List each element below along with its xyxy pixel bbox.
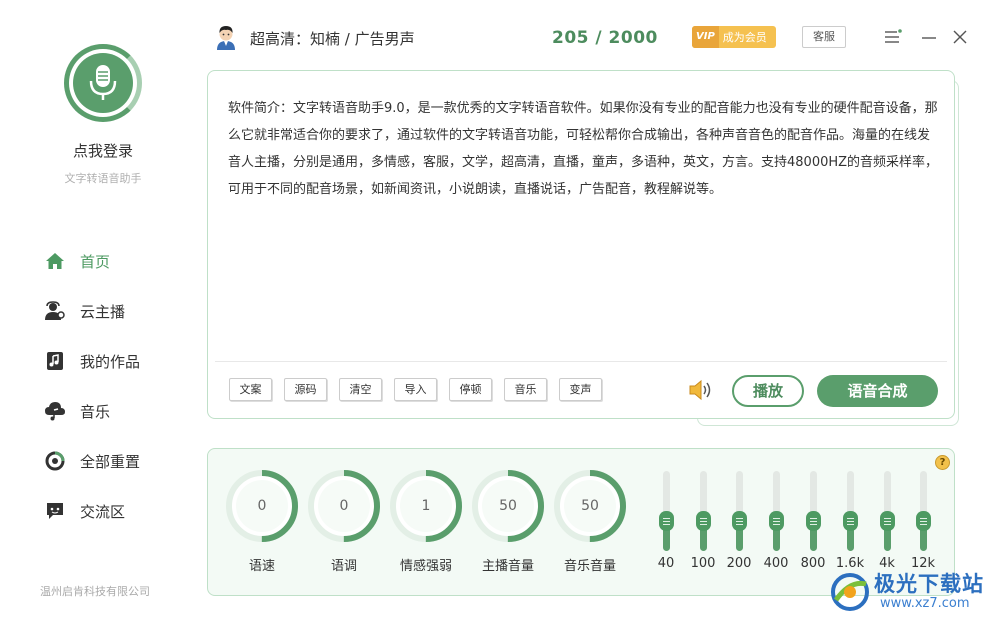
eq-slider[interactable]: [766, 471, 786, 553]
chat-icon: [44, 500, 66, 522]
clear-button[interactable]: 清空: [339, 378, 382, 401]
dial-knob[interactable]: 0: [307, 469, 381, 543]
text-editor[interactable]: 软件简介：文字转语音助手9.0，是一款优秀的文字转语音软件。如果你没有专业的配音…: [228, 95, 940, 203]
eq-knob[interactable]: [659, 511, 674, 531]
sidebar: 点我登录 文字转语音助手 首页 云主播 我的作品 音乐 全部重置 交流区 温州启…: [0, 0, 200, 620]
nav-item-home[interactable]: 首页: [44, 236, 140, 286]
dial-value: 50: [581, 498, 599, 514]
watermark-logo-icon: [828, 570, 872, 614]
import-button[interactable]: 导入: [394, 378, 437, 401]
dial-knob[interactable]: 0: [225, 469, 299, 543]
voice-title[interactable]: 超高清：知楠 / 广告男声: [250, 28, 415, 49]
eq-slider[interactable]: [693, 471, 713, 553]
watermark-title: 极光下载站: [874, 572, 984, 596]
source-button[interactable]: 源码: [284, 378, 327, 401]
nav-item-reset[interactable]: 全部重置: [44, 436, 140, 486]
eq-knob[interactable]: [916, 511, 931, 531]
dial-value: 0: [339, 498, 349, 514]
customer-service-button[interactable]: 客服: [802, 26, 846, 48]
music-button[interactable]: 音乐: [504, 378, 547, 401]
eq-label: 100: [690, 556, 716, 571]
eq-slider[interactable]: [840, 471, 860, 553]
eq-label: 40: [657, 556, 675, 571]
header: 超高清：知楠 / 广告男声 205 / 2000 VIP 成为会员 客服: [200, 0, 990, 70]
microphone-logo-icon[interactable]: [64, 44, 142, 122]
eq-knob[interactable]: [732, 511, 747, 531]
nav-item-music[interactable]: 音乐: [44, 386, 140, 436]
eq-slider[interactable]: [656, 471, 676, 553]
avatar[interactable]: [214, 24, 238, 50]
nav-label: 全部重置: [80, 452, 141, 471]
nav-label: 我的作品: [80, 352, 141, 371]
eq-knob[interactable]: [696, 511, 711, 531]
pause-button[interactable]: 停顿: [449, 378, 492, 401]
nav-item-works[interactable]: 我的作品: [44, 336, 140, 386]
eq-slider[interactable]: [803, 471, 823, 553]
nav-menu: 首页 云主播 我的作品 音乐 全部重置 交流区: [44, 236, 140, 536]
nav-label: 交流区: [80, 502, 126, 521]
eq-knob[interactable]: [880, 511, 895, 531]
eq-slider[interactable]: [913, 471, 933, 553]
login-link[interactable]: 点我登录: [0, 140, 206, 161]
eq-slider[interactable]: [729, 471, 749, 553]
dial-value: 0: [257, 498, 267, 514]
eq-label: 200: [726, 556, 752, 571]
cloud-anchor-icon: [44, 300, 66, 322]
copy-button[interactable]: 文案: [229, 378, 272, 401]
text-editor-panel: 软件简介：文字转语音助手9.0，是一款优秀的文字转语音软件。如果你没有专业的配音…: [207, 70, 955, 419]
menu-icon[interactable]: [884, 28, 902, 46]
char-counter: 205 / 2000: [552, 28, 658, 48]
reset-icon: [44, 450, 66, 472]
home-icon: [44, 250, 66, 272]
app-subtitle: 文字转语音助手: [64, 172, 142, 185]
minimize-icon[interactable]: [920, 28, 938, 46]
dial-knob[interactable]: 50: [553, 469, 627, 543]
vip-label: 成为会员: [722, 31, 767, 44]
eq-knob[interactable]: [843, 511, 858, 531]
dial-value: 1: [421, 498, 431, 514]
eq-label: 400: [763, 556, 789, 571]
dial-knob[interactable]: 50: [471, 469, 545, 543]
watermark: 极光下载站 www.xz7.com: [828, 566, 988, 618]
vip-button[interactable]: VIP 成为会员: [692, 26, 776, 48]
eq-knob[interactable]: [806, 511, 821, 531]
nav-label: 音乐: [80, 402, 111, 421]
play-button[interactable]: 播放: [732, 375, 804, 407]
works-icon: [44, 350, 66, 372]
dial-knob[interactable]: 1: [389, 469, 463, 543]
company-name: 温州启肯科技有限公司: [40, 585, 150, 598]
divider: [215, 361, 947, 362]
nav-item-chat[interactable]: 交流区: [44, 486, 140, 536]
dial-value: 50: [499, 498, 517, 514]
vip-tag: VIP: [692, 26, 719, 48]
synthesize-button[interactable]: 语音合成: [817, 375, 938, 407]
close-icon[interactable]: [951, 28, 969, 46]
music-cloud-icon: [44, 400, 66, 422]
nav-label: 首页: [80, 252, 111, 271]
voice-change-button[interactable]: 变声: [559, 378, 602, 401]
volume-icon[interactable]: [688, 378, 714, 402]
nav-item-cloud-anchor[interactable]: 云主播: [44, 286, 140, 336]
help-icon[interactable]: ?: [935, 455, 950, 470]
eq-slider[interactable]: [877, 471, 897, 553]
nav-label: 云主播: [80, 302, 126, 321]
watermark-url: www.xz7.com: [880, 596, 970, 611]
eq-label: 800: [800, 556, 826, 571]
dial-label: 音乐音量: [563, 559, 616, 574]
eq-knob[interactable]: [769, 511, 784, 531]
